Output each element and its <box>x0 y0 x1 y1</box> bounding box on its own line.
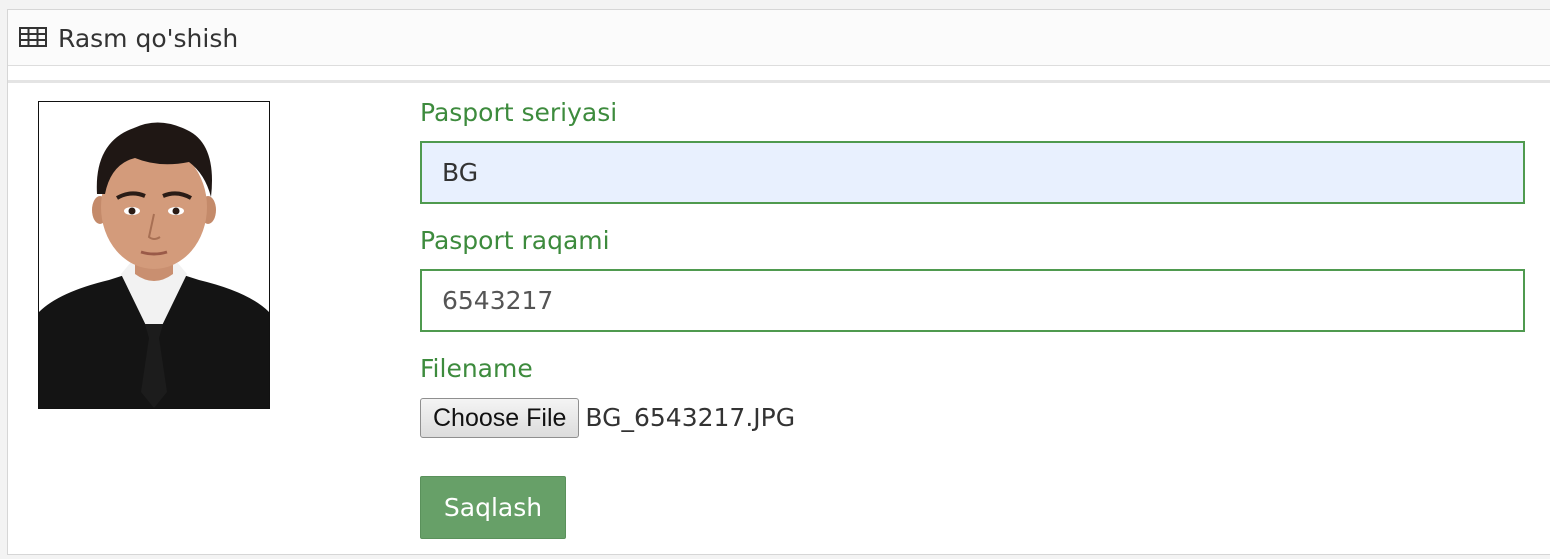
heading-divider <box>8 80 1550 83</box>
selected-file-name: BG_6543217.JPG <box>585 403 796 432</box>
passport-photo <box>38 101 270 409</box>
choose-file-button[interactable]: Choose File <box>420 398 580 438</box>
upload-photo-panel: Rasm qo'shish Pasport seriyasi BG Paspor… <box>7 9 1550 555</box>
passport-number-label: Pasport raqami <box>420 226 610 255</box>
passport-series-label: Pasport seriyasi <box>420 98 618 127</box>
panel-title: Rasm qo'shish <box>58 24 239 53</box>
file-input[interactable]: Choose File BG_6543217.JPG <box>420 398 795 440</box>
table-icon <box>19 27 47 47</box>
passport-number-input[interactable] <box>420 269 1525 332</box>
filename-label: Filename <box>420 354 533 383</box>
passport-series-input[interactable] <box>420 141 1525 204</box>
panel-heading: Rasm qo'shish <box>8 10 1550 66</box>
save-button[interactable]: Saqlash <box>420 476 566 539</box>
portrait-image <box>39 102 269 408</box>
